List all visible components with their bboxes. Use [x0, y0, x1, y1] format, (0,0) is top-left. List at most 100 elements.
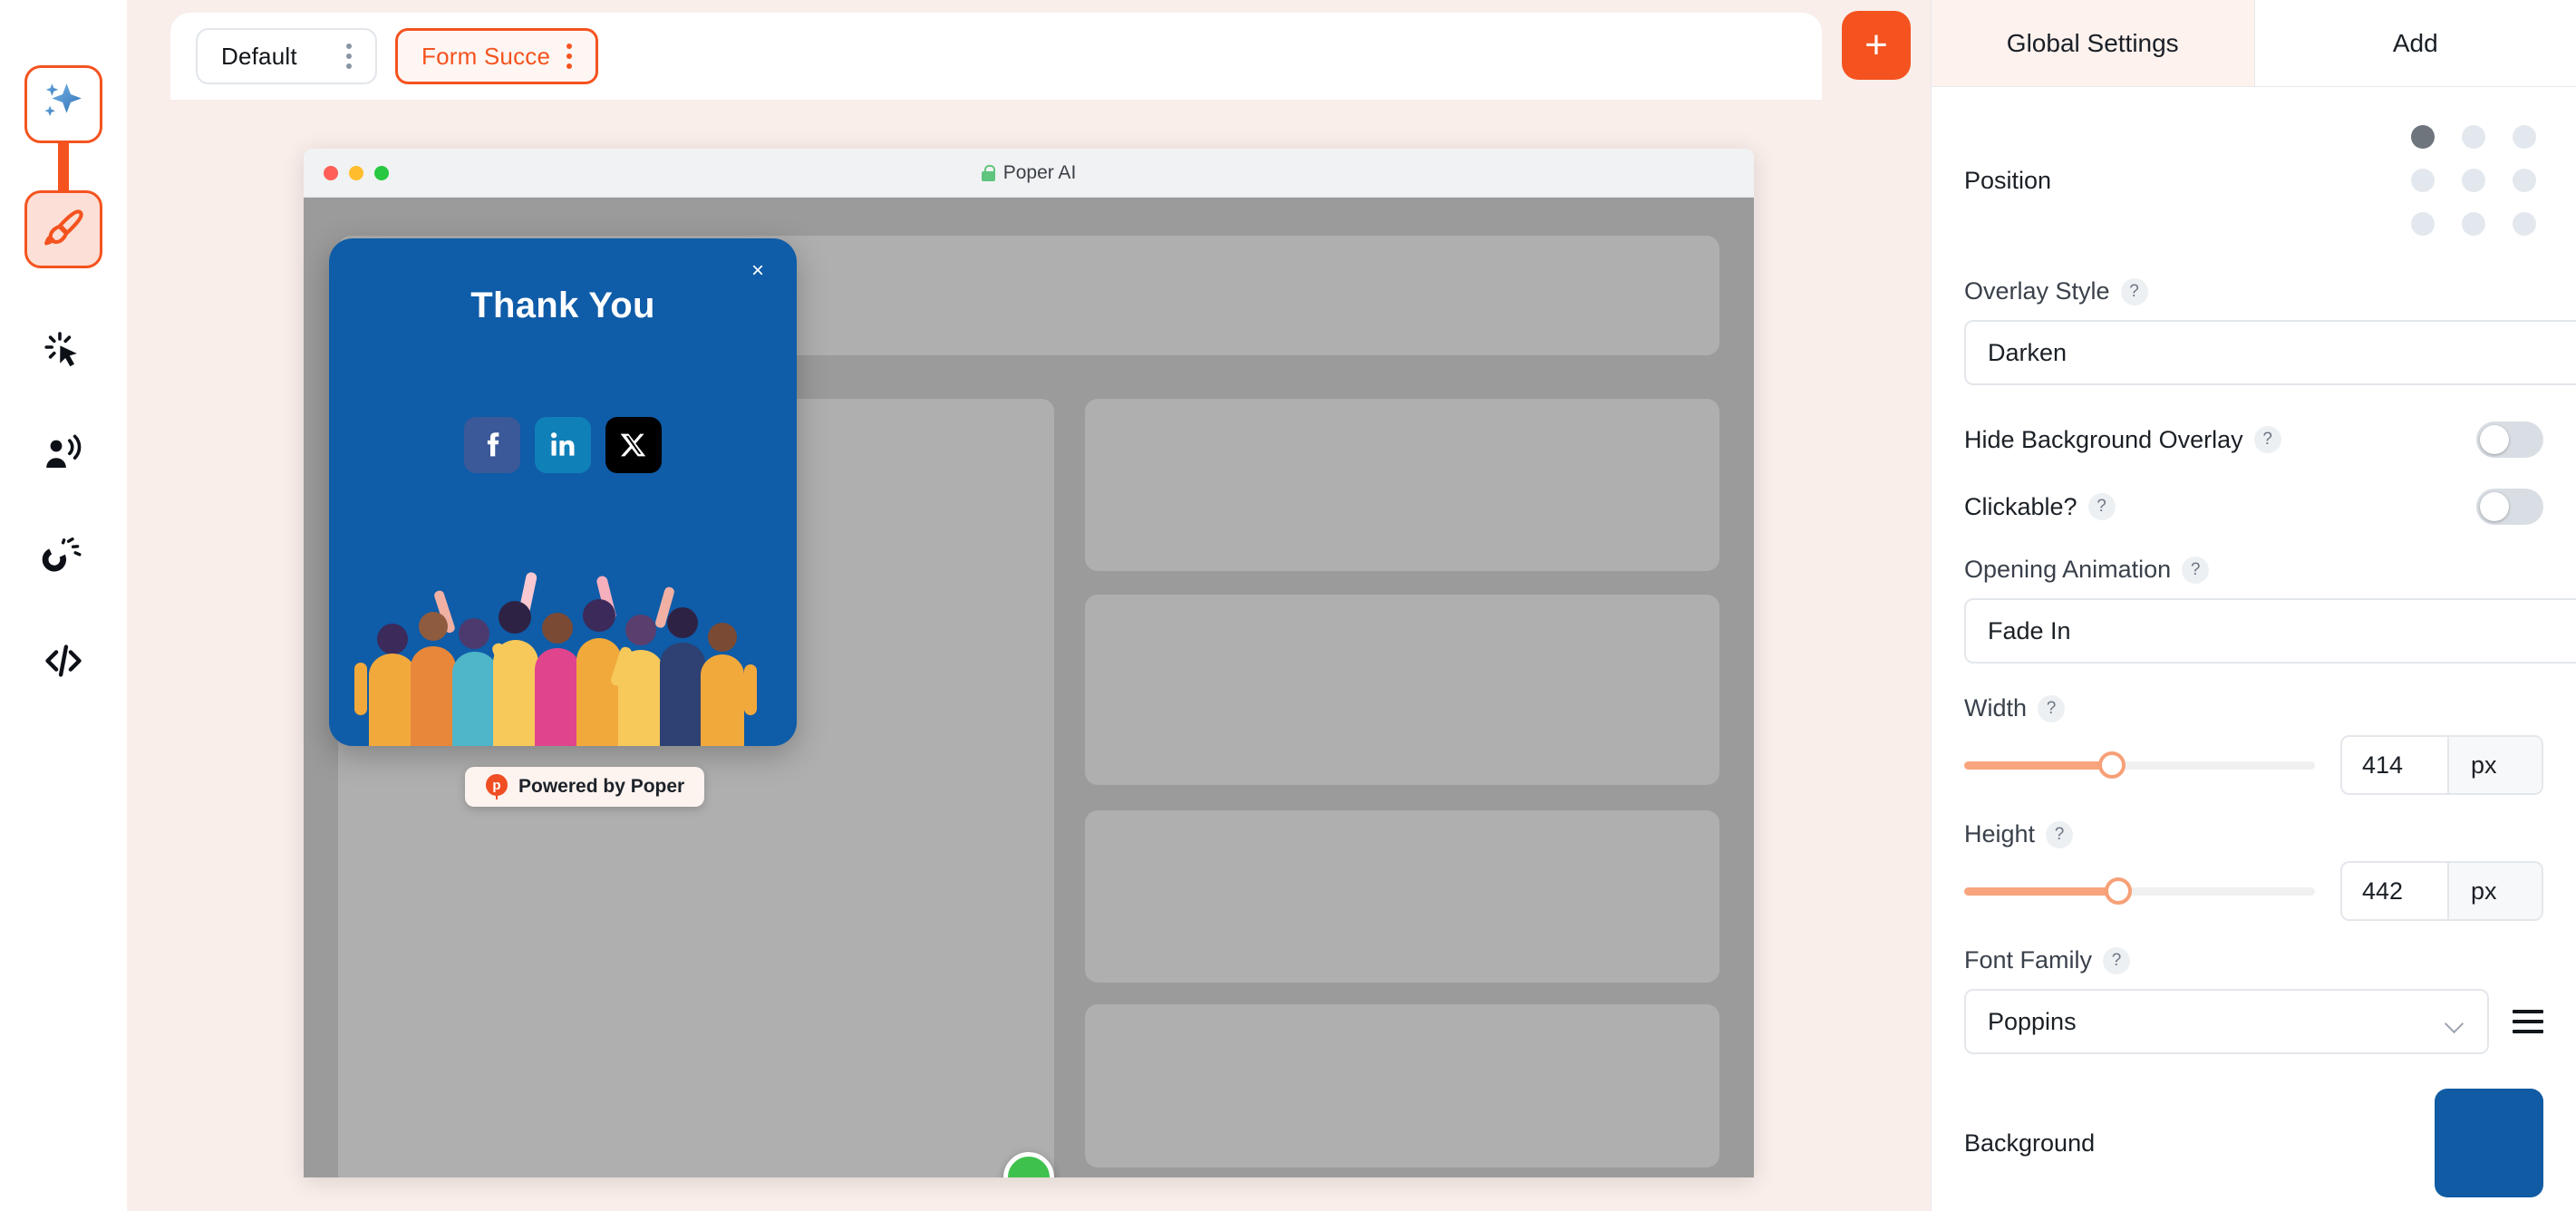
height-unit: px — [2447, 863, 2542, 919]
opening-animation-label: Opening Animation — [1964, 556, 2172, 583]
font-family-label: Font Family — [1964, 946, 2093, 974]
hide-background-overlay-label: Hide Background Overlay — [1964, 425, 2243, 453]
height-label: Height — [1964, 820, 2036, 848]
help-icon[interactable]: ? — [2120, 277, 2148, 305]
facebook-icon[interactable] — [464, 417, 520, 473]
browser-title-bar: Poper AI — [304, 149, 1754, 197]
overlay-style-value: Darken — [1988, 338, 2068, 366]
opening-animation-select[interactable]: Fade In — [1964, 598, 2576, 664]
skeleton-block — [1085, 399, 1719, 571]
field-hide-background-overlay: Hide Background Overlay ? — [1964, 421, 2543, 458]
tab-add[interactable]: Add — [2253, 0, 2576, 86]
linkedin-icon[interactable] — [535, 417, 591, 473]
width-value[interactable]: 414 — [2342, 737, 2447, 793]
width-number-input[interactable]: 414 px — [2340, 735, 2543, 795]
field-overlay-style: Overlay Style ? Darken — [1964, 277, 2576, 385]
chevron-down-icon — [2447, 1017, 2465, 1027]
position-cell[interactable] — [2513, 125, 2536, 149]
kebab-menu-icon[interactable] — [339, 41, 359, 72]
position-label: Position — [1964, 166, 2052, 194]
position-grid[interactable] — [2411, 125, 2543, 236]
width-slider[interactable] — [1964, 751, 2315, 779]
clickable-toggle[interactable] — [2476, 489, 2543, 525]
help-icon[interactable]: ? — [2103, 946, 2131, 974]
paintbrush-icon — [40, 206, 87, 253]
skeleton-block — [1085, 595, 1719, 785]
sidebar-item-integrations[interactable] — [24, 518, 102, 596]
font-family-value: Poppins — [1988, 1007, 2077, 1035]
hide-background-overlay-toggle[interactable] — [2476, 421, 2543, 458]
traffic-lights-icon — [324, 165, 389, 180]
position-cell[interactable] — [2462, 125, 2485, 149]
position-cell[interactable] — [2462, 169, 2485, 192]
app-root: Default Form Succe + Poper AI × Thank Yo… — [0, 0, 2576, 1211]
settings-panel: Global Settings Add Position Overlay Sty… — [1931, 0, 2576, 1211]
position-cell[interactable] — [2462, 212, 2485, 236]
browser-preview: Poper AI × Thank You p Powered by Poper — [304, 149, 1754, 1177]
field-background: Background — [1964, 1089, 2543, 1197]
crowd-illustration — [329, 556, 797, 746]
sidebar-item-ai-sparkle[interactable] — [24, 65, 102, 143]
field-height: Height ? 442 px — [1964, 820, 2543, 921]
width-unit: px — [2447, 737, 2542, 793]
overlay-style-select[interactable]: Darken — [1964, 320, 2576, 385]
add-popup-button[interactable]: + — [1842, 11, 1911, 80]
rail-connector — [58, 143, 69, 190]
popup-tab-label: Default — [221, 42, 297, 70]
canvas-toolbar: Default Form Succe + — [127, 0, 1931, 100]
popup-tab-default[interactable]: Default — [196, 28, 377, 84]
panel-tab-strip: Global Settings Add — [1932, 0, 2576, 87]
browser-chrome: Poper AI — [304, 149, 1754, 198]
audience-icon — [42, 432, 85, 476]
width-label: Width — [1964, 694, 2028, 722]
magnet-icon — [42, 536, 85, 579]
background-color-swatch[interactable] — [2435, 1089, 2543, 1197]
poper-logo-icon: p — [485, 774, 508, 799]
code-icon — [41, 638, 86, 683]
opening-animation-value: Fade In — [1988, 616, 2071, 644]
skeleton-block — [1085, 810, 1719, 983]
social-links — [329, 417, 797, 473]
sidebar-item-embed-code[interactable] — [24, 622, 102, 700]
canvas-area: Default Form Succe + Poper AI × Thank Yo… — [127, 0, 1931, 1211]
field-clickable: Clickable? ? — [1964, 489, 2543, 525]
settings-fields: Position Overlay Style ? Darken Hide Bac… — [1932, 125, 2576, 1197]
skeleton-block — [1085, 1004, 1719, 1167]
sidebar-item-triggers[interactable] — [24, 312, 102, 390]
popup-close-icon[interactable]: × — [746, 260, 770, 284]
popup-title: Thank You — [470, 286, 655, 325]
position-cell[interactable] — [2513, 212, 2536, 236]
field-width: Width ? 414 px — [1964, 694, 2543, 795]
popup-tab-form-success[interactable]: Form Succe — [395, 28, 599, 84]
popup-tab-label: Form Succe — [421, 42, 551, 70]
sidebar-item-audience[interactable] — [24, 415, 102, 493]
powered-by-poper-badge[interactable]: p Powered by Poper — [465, 767, 705, 807]
help-icon[interactable]: ? — [2087, 493, 2116, 520]
position-cell[interactable] — [2411, 169, 2435, 192]
sidebar-item-design-brush[interactable] — [24, 190, 102, 268]
font-family-select[interactable]: Poppins — [1964, 989, 2489, 1054]
position-cell[interactable] — [2513, 169, 2536, 192]
height-value[interactable]: 442 — [2342, 863, 2447, 919]
help-icon[interactable]: ? — [2182, 556, 2210, 584]
popup-preview[interactable]: × Thank You — [329, 238, 797, 746]
position-cell[interactable] — [2411, 212, 2435, 236]
x-twitter-icon[interactable] — [605, 417, 662, 473]
field-font-family: Font Family ? Poppins — [1964, 946, 2543, 1054]
canvas-stage: Poper AI × Thank You p Powered by Poper — [127, 87, 1931, 1211]
field-position: Position — [1964, 125, 2543, 236]
help-icon[interactable]: ? — [2046, 820, 2074, 848]
browser-title-text: Poper AI — [1002, 161, 1077, 183]
lock-icon — [981, 164, 996, 181]
position-cell[interactable] — [2411, 125, 2435, 149]
height-slider[interactable] — [1964, 877, 2315, 905]
help-icon[interactable]: ? — [2253, 426, 2281, 453]
help-icon[interactable]: ? — [2038, 694, 2066, 722]
font-options-icon[interactable] — [2513, 1010, 2543, 1033]
left-rail — [0, 0, 127, 1211]
background-label: Background — [1964, 1129, 2096, 1157]
preview-page-body: × Thank You p Powered by Poper — [304, 198, 1754, 1177]
height-number-input[interactable]: 442 px — [2340, 861, 2543, 921]
kebab-menu-icon[interactable] — [559, 41, 579, 72]
tab-global-settings[interactable]: Global Settings — [1932, 0, 2254, 86]
